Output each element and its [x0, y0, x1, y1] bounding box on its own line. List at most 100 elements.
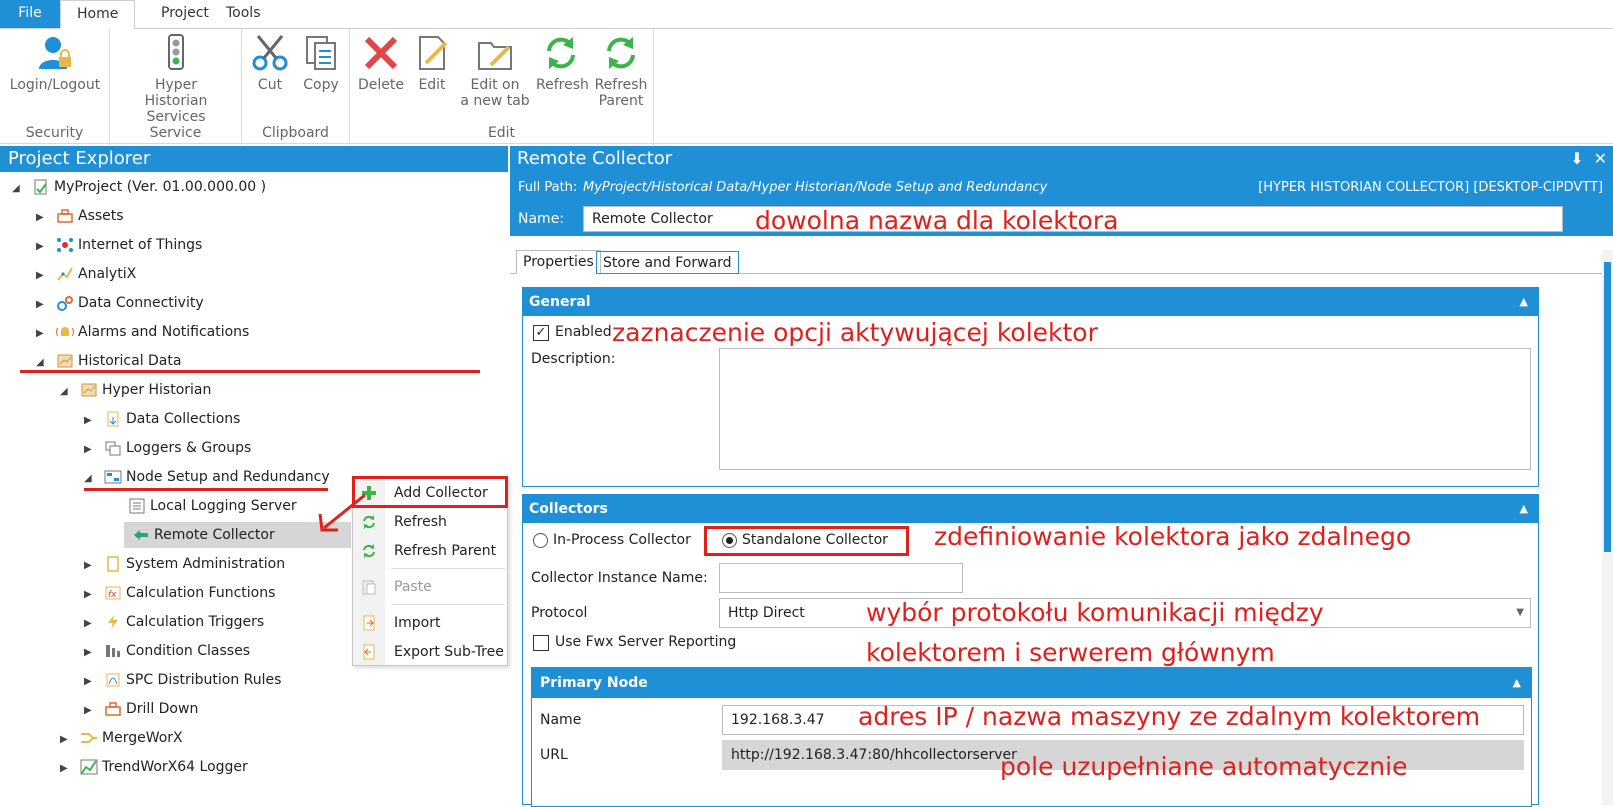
refresh-label: Refresh	[536, 77, 589, 93]
tree-node-analytix[interactable]: ▶ AnalytiX	[36, 261, 136, 287]
tree-node-calculation-triggers[interactable]: ▶ Calculation Triggers	[84, 609, 264, 635]
in-process-radio[interactable]	[533, 533, 548, 548]
description-label: Description:	[531, 351, 616, 367]
menu-item-label: Paste	[394, 579, 432, 595]
tree-node-label: Data Collections	[126, 411, 241, 427]
export-icon	[363, 644, 375, 660]
enabled-label: Enabled	[555, 324, 612, 340]
vertical-scrollbar[interactable]	[1602, 250, 1613, 805]
expand-arrow-icon[interactable]: ▶	[84, 553, 96, 579]
tab-home[interactable]: Home	[60, 0, 136, 29]
expand-arrow-icon[interactable]: ▶	[84, 437, 96, 463]
tree-node-condition-classes[interactable]: ▶ Condition Classes	[84, 638, 250, 664]
tab-store-forward[interactable]: Store and Forward	[596, 251, 739, 274]
tree-node-label: Calculation Triggers	[126, 614, 265, 630]
hyper-historian-services-button[interactable]: Hyper Historian Services	[114, 33, 238, 125]
tree-node-myproject[interactable]: ◢ MyProject (Ver. 01.00.000.00 )	[12, 174, 266, 200]
protocol-value: Http Direct	[728, 605, 805, 621]
collapse-arrow-icon[interactable]: ◢	[60, 379, 72, 405]
expand-arrow-icon[interactable]: ▶	[84, 640, 96, 666]
tree-node-assets[interactable]: ▶ Assets	[36, 203, 124, 229]
annotation-ip: adres IP / nazwa maszyny ze zdalnym kole…	[858, 702, 1481, 731]
tree-node-system-administration[interactable]: ▶ System Administration	[84, 551, 285, 577]
menu-item-export-subtree[interactable]: Export Sub-Tree	[353, 638, 507, 666]
tab-properties[interactable]: Properties	[516, 250, 601, 274]
expand-arrow-icon[interactable]: ▶	[60, 727, 72, 753]
mergeworx-icon	[81, 733, 97, 743]
edit-new-tab-button[interactable]: Edit on a new tab	[460, 33, 530, 109]
refresh-parent-button[interactable]: Refresh Parent	[594, 33, 648, 109]
tree-node-label: Assets	[78, 208, 124, 224]
expand-arrow-icon[interactable]: ▶	[60, 756, 72, 782]
expand-arrow-icon[interactable]: ▶	[36, 321, 48, 347]
menu-item-paste[interactable]: Paste	[353, 573, 507, 601]
menu-separator	[391, 604, 505, 605]
refresh-button[interactable]: Refresh	[536, 33, 589, 93]
menu-item-refresh[interactable]: Refresh	[353, 508, 507, 536]
tree-node-data-collections[interactable]: ▶ Data Collections	[84, 406, 240, 432]
tree-node-node-setup[interactable]: ◢ Node Setup and Redundancy	[84, 464, 330, 490]
group-label-service: Service	[149, 125, 202, 141]
tree-node-label: Local Logging Server	[150, 498, 297, 514]
tab-file[interactable]: File	[0, 0, 60, 28]
tree-node-iot[interactable]: ▶ Internet of Things	[36, 232, 202, 258]
name-label: Name:	[518, 211, 565, 227]
tree-node-trendworx[interactable]: ▶ TrendWorX64 Logger	[60, 754, 248, 780]
collapse-caret-icon[interactable]: ▲	[1520, 288, 1528, 316]
expand-arrow-icon[interactable]: ▶	[36, 234, 48, 260]
pin-icon[interactable]: ⬇	[1570, 149, 1583, 168]
cut-button[interactable]: Cut	[248, 33, 292, 93]
edit-new-tab-label-1: Edit on	[470, 77, 520, 93]
collapse-caret-icon[interactable]: ▲	[1520, 495, 1528, 523]
group-service: Hyper Historian Services Service	[110, 29, 242, 145]
annotation-protocol-2: kolektorem i serwerem głównym	[866, 638, 1275, 667]
menu-item-import[interactable]: Import	[353, 609, 507, 637]
tree-node-loggers-groups[interactable]: ▶ Loggers & Groups	[84, 435, 251, 461]
annotation-standalone: zdefiniowanie kolektora jako zdalnego	[934, 522, 1412, 551]
collector-id: [HYPER HISTORIAN COLLECTOR] [DESKTOP-CIP…	[1258, 180, 1603, 195]
group-security: Login/Logout Security	[0, 29, 110, 145]
delete-button[interactable]: Delete	[358, 33, 404, 93]
enabled-checkbox[interactable]: ✓	[533, 325, 549, 341]
tree-node-drill-down[interactable]: ▶ Drill Down	[84, 696, 198, 722]
tree-node-label: Remote Collector	[154, 527, 275, 543]
expand-arrow-icon[interactable]: ▶	[84, 582, 96, 608]
expand-arrow-icon[interactable]: ▶	[84, 698, 96, 724]
tree-node-spc-rules[interactable]: ▶ SPC Distribution Rules	[84, 667, 281, 693]
paste-icon	[362, 580, 376, 595]
edit-button[interactable]: Edit	[412, 33, 452, 93]
annotation-enabled: zaznaczenie opcji aktywującej kolektor	[612, 318, 1098, 347]
instance-name-field[interactable]	[719, 563, 963, 593]
tree-node-calculation-functions[interactable]: ▶ fx Calculation Functions	[84, 580, 275, 606]
tree-node-label: Internet of Things	[78, 237, 203, 253]
expand-arrow-icon[interactable]: ▶	[84, 611, 96, 637]
copy-button[interactable]: Copy	[298, 33, 344, 93]
tree-node-mergeworx[interactable]: ▶ MergeWorX	[60, 725, 183, 751]
condition-icon	[106, 645, 120, 657]
panel-title-bar: Remote Collector ⬇ ✕	[510, 146, 1613, 172]
menu-item-label: Refresh Parent	[394, 543, 497, 559]
tree-node-data-connectivity[interactable]: ▶ Data Connectivity	[36, 290, 204, 316]
login-logout-button[interactable]: Login/Logout	[8, 33, 102, 93]
expand-arrow-icon[interactable]: ▶	[36, 263, 48, 289]
close-icon[interactable]: ✕	[1594, 149, 1607, 168]
description-field[interactable]	[719, 348, 1531, 470]
collapse-caret-icon[interactable]: ▲	[1513, 668, 1521, 698]
tab-tools[interactable]: Tools	[210, 0, 277, 28]
tree-node-label: Calculation Functions	[126, 585, 276, 601]
alarm-icon	[56, 327, 74, 337]
traffic-light-icon	[168, 34, 184, 70]
expand-arrow-icon[interactable]: ▶	[84, 669, 96, 695]
expand-arrow-icon[interactable]: ▶	[36, 292, 48, 318]
fwx-checkbox[interactable]	[533, 635, 549, 651]
collapse-arrow-icon[interactable]: ◢	[12, 176, 24, 202]
tree-node-local-logging-server[interactable]: Local Logging Server	[108, 493, 297, 519]
scrollbar-thumb[interactable]	[1604, 262, 1611, 552]
section-primary-node: Primary Node ▲ Name 192.168.3.47 URL http…	[531, 667, 1532, 807]
tree-node-alarms[interactable]: ▶ Alarms and Notifications	[36, 319, 249, 345]
tree-node-hyper-historian[interactable]: ◢ Hyper Historian	[60, 377, 211, 403]
expand-arrow-icon[interactable]: ▶	[36, 205, 48, 231]
fwx-label: Use Fwx Server Reporting	[555, 634, 737, 650]
menu-item-refresh-parent[interactable]: Refresh Parent	[353, 537, 507, 565]
expand-arrow-icon[interactable]: ▶	[84, 408, 96, 434]
